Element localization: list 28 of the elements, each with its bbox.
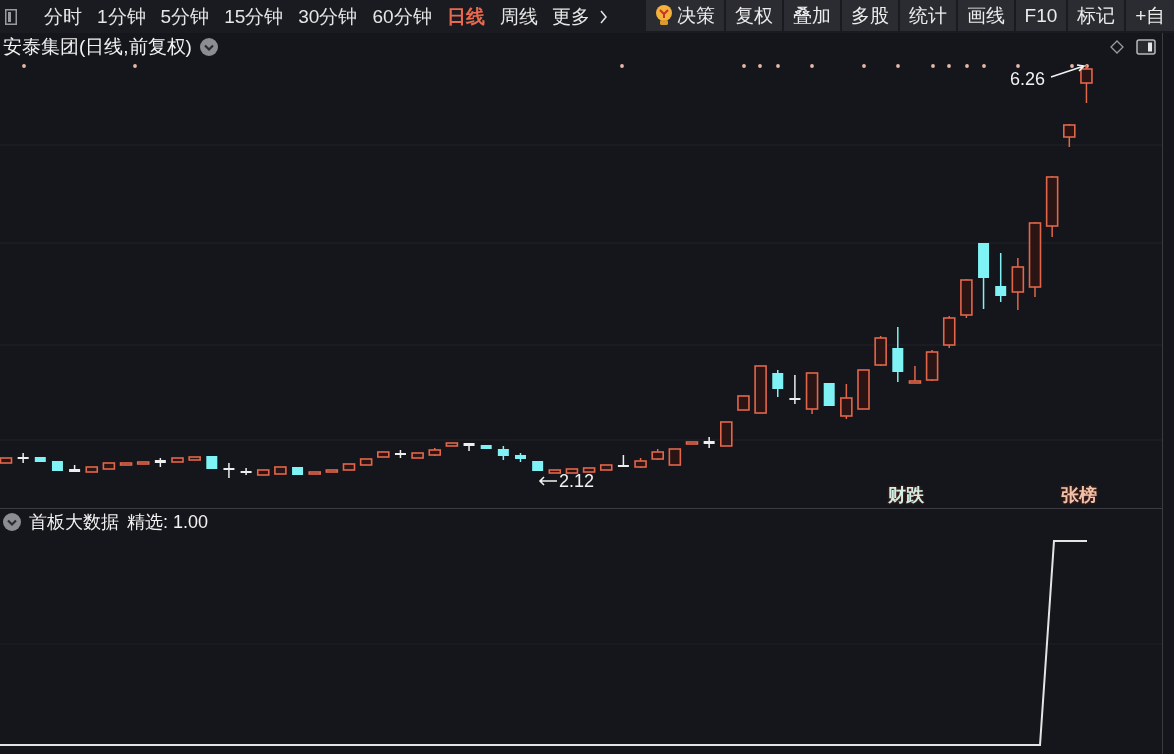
toolbar-button[interactable]: 决策 [645,0,724,31]
toolbar-button[interactable]: 画线 [957,0,1014,31]
toolbar-button[interactable]: 统计 [899,0,956,31]
toolbar-button[interactable]: 多股 [841,0,898,31]
period-tab[interactable]: 5分钟 [153,0,217,33]
lightbulb-icon [654,4,673,27]
toolbar-button[interactable]: 叠加 [783,0,840,31]
period-tab[interactable]: 30分钟 [291,0,365,33]
period-tab[interactable]: 1分钟 [90,0,153,33]
chevron-down-icon[interactable] [199,37,218,56]
panel-icon[interactable] [1136,38,1156,55]
toolbar-button[interactable]: 复权 [725,0,782,31]
period-tab[interactable]: 60分钟 [365,0,439,33]
toolbar-button[interactable]: +自 [1126,0,1174,31]
indicator-reading: 精选: 1.00 [127,511,209,534]
chevron-right-icon [599,9,607,24]
period-tab[interactable]: 日线 [439,0,492,33]
period-tab[interactable]: 分时 [37,0,89,33]
more-button[interactable]: 更多 [545,0,615,33]
diamond-icon[interactable] [1110,39,1124,54]
period-tab[interactable]: 周线 [492,0,545,33]
toolbar-button[interactable]: 标记 [1068,0,1125,31]
toolbar-button[interactable]: F10 [1015,0,1067,31]
period-tab[interactable]: 15分钟 [217,0,291,33]
panel-icon[interactable] [5,8,17,25]
indicator-name: 首板大数据 [29,511,119,534]
chart-title: 安泰集团(日线,前复权) [3,34,192,59]
chevron-down-icon[interactable] [3,513,21,531]
